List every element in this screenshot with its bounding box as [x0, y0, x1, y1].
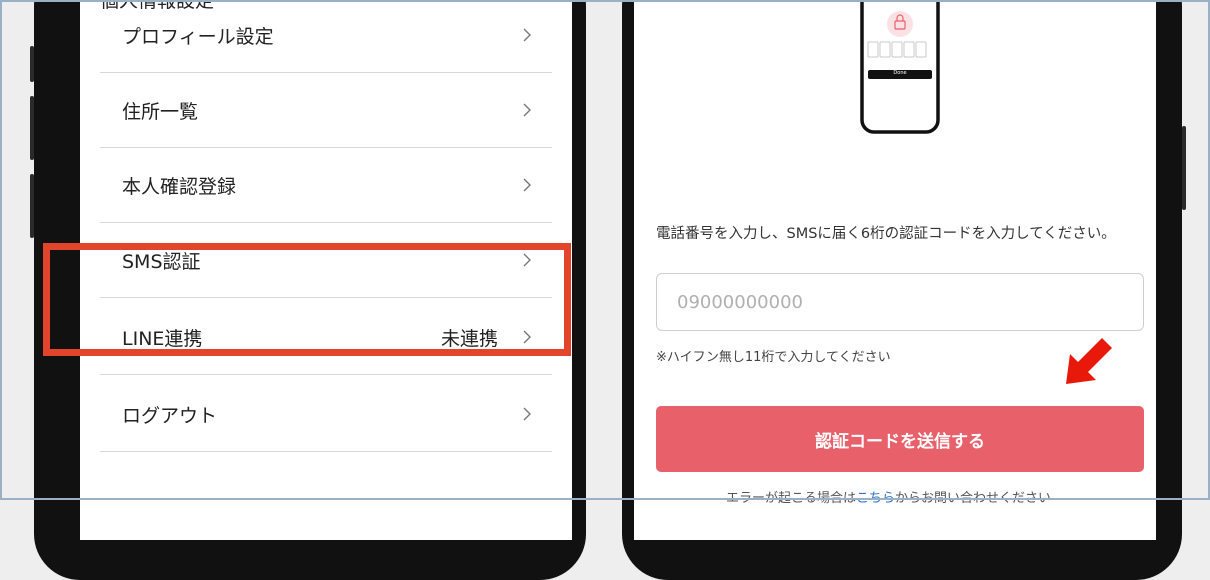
menu-item-label: プロフィール設定 — [122, 25, 274, 48]
chevron-right-icon — [516, 28, 538, 42]
footer-text-before: エラーが起こる場合は — [726, 491, 857, 506]
menu-item-line-link[interactable]: LINE連携 未連携 — [100, 300, 552, 375]
footer-text-after: からお問い合わせください — [895, 491, 1052, 506]
menu-item-profile[interactable]: プロフィール設定 — [100, 0, 552, 73]
phone-illustration: Done — [860, 0, 940, 134]
chevron-right-icon — [516, 103, 538, 117]
settings-screen: 個人情報設定 プロフィール設定 住所一覧 本人確認登録 SMS認証 LINE連携… — [80, 0, 572, 540]
chevron-right-icon — [516, 407, 538, 421]
sms-description: 電話番号を入力し、SMSに届く6桁の認証コードを入力してください。 — [656, 226, 1116, 242]
done-button-label: Done — [893, 70, 907, 76]
footer-note: エラーが起こる場合はこちらからお問い合わせください — [726, 487, 1051, 506]
phone-side-button — [30, 174, 34, 238]
menu-item-address-list[interactable]: 住所一覧 — [100, 73, 552, 148]
line-link-status: 未連携 — [440, 327, 498, 350]
menu-item-sms-verification[interactable]: SMS認証 — [100, 223, 552, 298]
menu-item-identity-verification[interactable]: 本人確認登録 — [100, 148, 552, 223]
menu-item-label: LINE連携 — [122, 327, 203, 350]
left-phone-frame: 個人情報設定 プロフィール設定 住所一覧 本人確認登録 SMS認証 LINE連携… — [30, 0, 586, 580]
arrow-down-left-icon — [1066, 338, 1112, 384]
right-phone-frame: Done 電話番号を入力し、SMSに届く6桁の認証コードを入力してください。 ※… — [622, 0, 1186, 580]
menu-item-label: SMS認証 — [122, 250, 201, 273]
contact-link[interactable]: こちら — [856, 491, 895, 506]
chevron-right-icon — [516, 253, 538, 267]
phone-side-button — [1182, 126, 1186, 210]
phone-number-input[interactable] — [656, 273, 1144, 331]
phone-side-button — [30, 46, 34, 82]
menu-item-logout[interactable]: ログアウト — [100, 377, 552, 452]
menu-item-label: ログアウト — [122, 404, 218, 427]
sms-verification-screen: Done 電話番号を入力し、SMSに届く6桁の認証コードを入力してください。 ※… — [634, 0, 1156, 540]
chevron-right-icon — [516, 330, 538, 344]
chevron-right-icon — [516, 178, 538, 192]
menu-item-label: 本人確認登録 — [122, 175, 237, 198]
phone-side-button — [30, 96, 34, 160]
menu-item-label: 住所一覧 — [122, 100, 199, 123]
phone-input-hint: ※ハイフン無し11桁で入力してください — [656, 350, 891, 365]
send-code-button[interactable]: 認証コードを送信する — [656, 406, 1144, 472]
